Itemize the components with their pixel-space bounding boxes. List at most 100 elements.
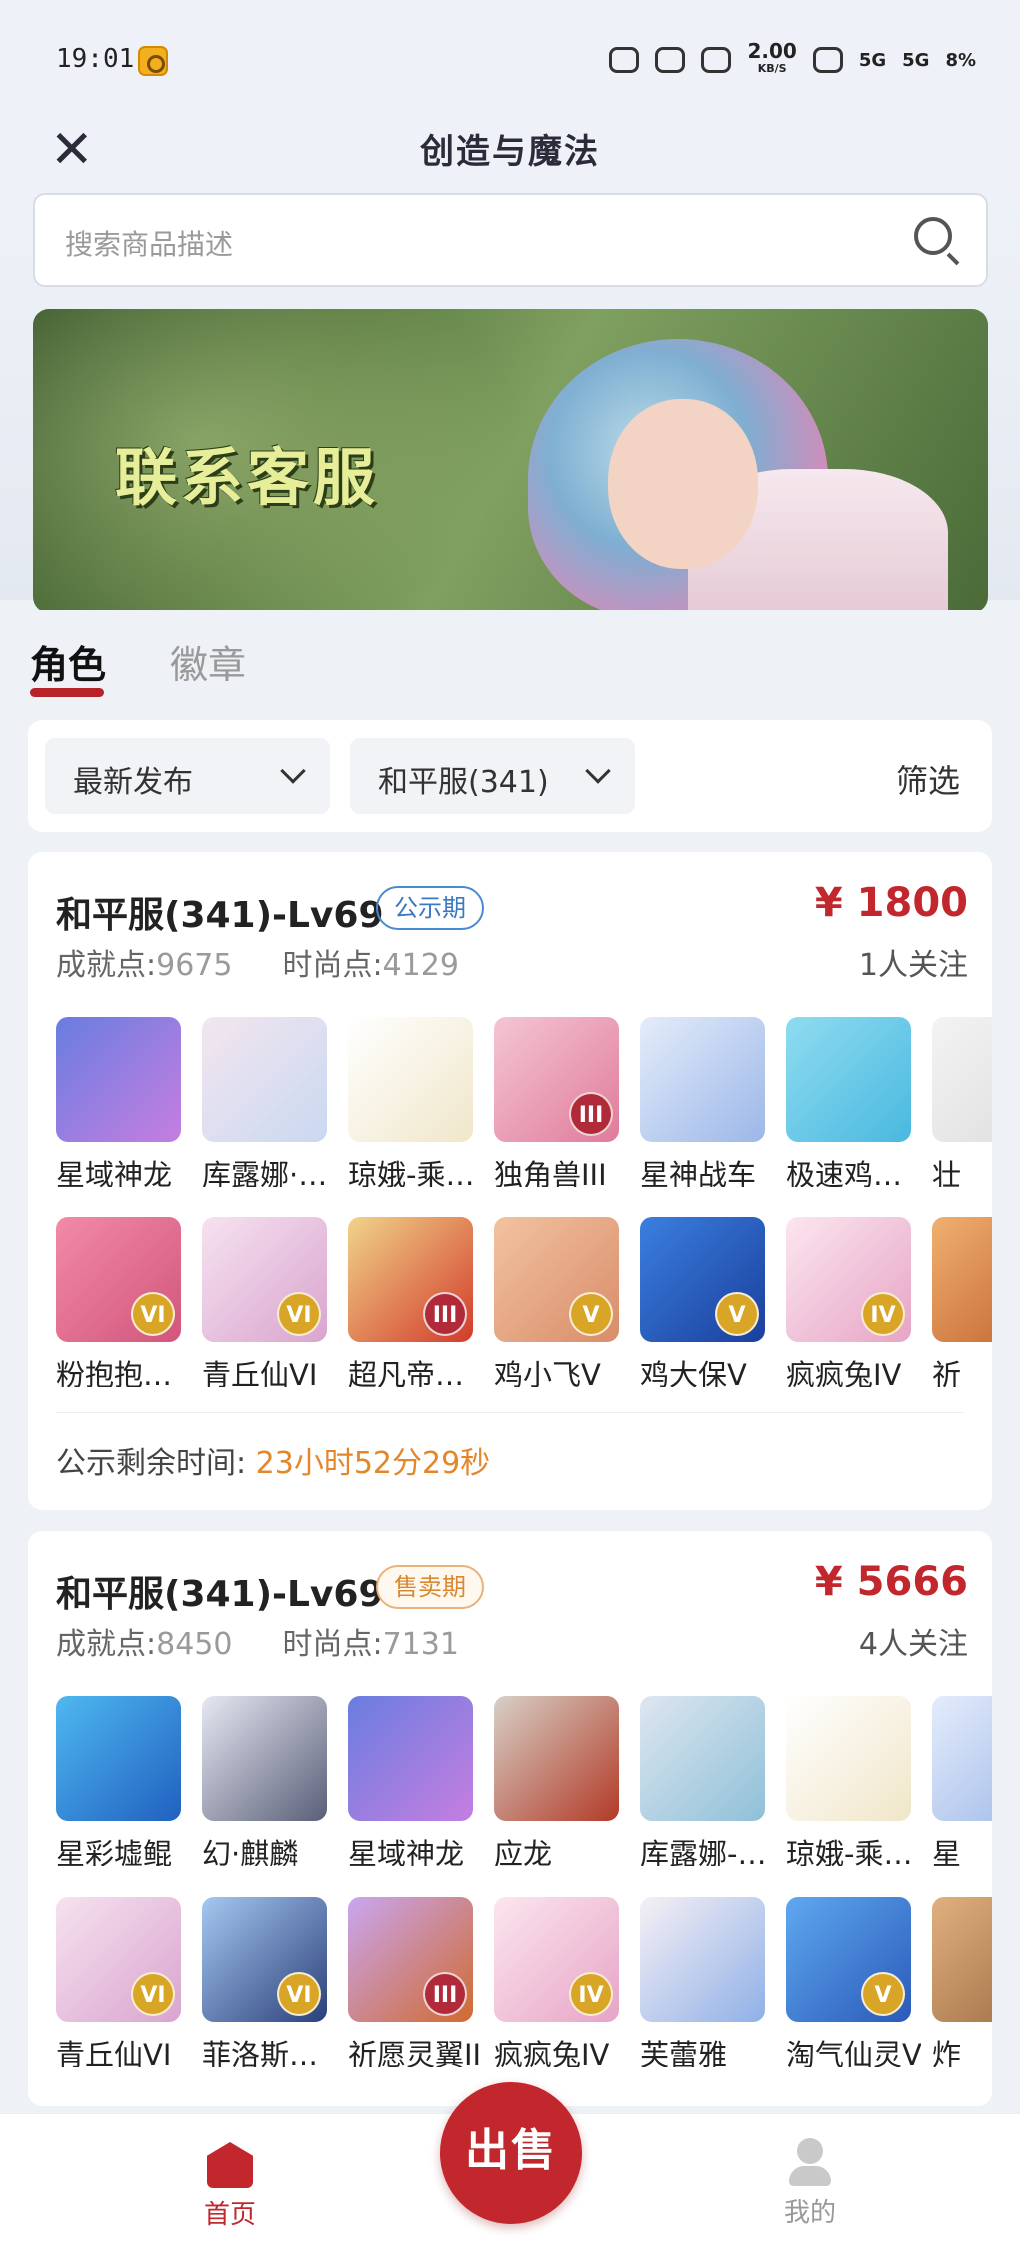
item-thumbnail xyxy=(786,1017,911,1142)
item-label: 独角兽III xyxy=(494,1158,607,1187)
item-thumbnail: V xyxy=(640,1217,765,1342)
sort-dropdown[interactable]: 最新发布 xyxy=(45,738,330,814)
item-label: 祈 xyxy=(932,1358,962,1387)
item-tile[interactable]: 祈 xyxy=(932,1217,992,1387)
tier-badge: VI xyxy=(131,1292,175,1336)
item-tile[interactable]: III 独角兽III xyxy=(494,1017,629,1187)
item-label: 星域神龙 xyxy=(348,1837,465,1866)
item-thumbnail xyxy=(932,1017,992,1142)
item-tile[interactable]: V 鸡大保V xyxy=(640,1217,775,1387)
item-thumbnail: IV xyxy=(494,1897,619,2022)
item-label: 淘气仙灵V xyxy=(786,2038,921,2067)
item-tile[interactable]: 应龙 xyxy=(494,1696,629,1866)
item-tile[interactable]: III 祈愿灵翼III xyxy=(348,1897,483,2067)
item-tile[interactable]: 幻·麒麟 xyxy=(202,1696,337,1866)
item-tile[interactable]: 星域神龙 xyxy=(348,1696,483,1866)
user-icon xyxy=(787,2138,833,2186)
item-thumbnail xyxy=(932,1897,992,2022)
tier-badge: IV xyxy=(569,1972,613,2016)
item-tile[interactable]: 星域神龙 xyxy=(56,1017,191,1187)
item-label: 鸡小飞V xyxy=(494,1358,601,1387)
item-label: 鸡大保V xyxy=(640,1358,747,1387)
item-tile[interactable]: 星彩墟鲲 xyxy=(56,1696,191,1866)
item-label: 疯疯兔IV xyxy=(494,2038,610,2067)
search-input[interactable]: 搜索商品描述 xyxy=(33,193,988,287)
item-thumbnail: IV xyxy=(786,1217,911,1342)
tier-badge: III xyxy=(423,1292,467,1336)
item-tile[interactable]: 星神战车 xyxy=(640,1017,775,1187)
item-tile[interactable]: IV 疯疯兔IV xyxy=(786,1217,921,1387)
listing-card[interactable]: 和平服(341)-Lv69 公示期 ¥ 1800 1人关注 成就点:9675 时尚… xyxy=(28,852,992,1510)
search-icon[interactable] xyxy=(914,217,952,255)
status-time: 19:01 xyxy=(56,44,135,74)
countdown: 公示剩余时间: 23小时52分29秒 xyxy=(56,1446,491,1481)
item-tile[interactable]: 炸 xyxy=(932,1897,992,2067)
item-tile[interactable]: VI 粉抱抱… xyxy=(56,1217,191,1387)
item-tile[interactable]: VI 青丘仙VI xyxy=(202,1217,337,1387)
item-thumbnail xyxy=(202,1696,327,1821)
listing-card[interactable]: 和平服(341)-Lv69 售卖期 ¥ 5666 4人关注 成就点:8450 时尚… xyxy=(28,1531,992,2106)
item-label: 芙蕾雅 xyxy=(640,2038,728,2067)
item-tile[interactable]: 极速鸡… xyxy=(786,1017,921,1187)
item-tile[interactable]: 库露娜·… xyxy=(202,1017,337,1187)
nfc-icon xyxy=(609,47,640,73)
item-tile[interactable]: 壮 xyxy=(932,1017,992,1187)
item-tile[interactable]: 琼娥-乘… xyxy=(786,1696,921,1866)
item-label: 应龙 xyxy=(494,1837,553,1866)
item-label: 库露娜-… xyxy=(640,1837,767,1866)
item-thumbnail xyxy=(202,1017,327,1142)
item-label: 疯疯兔IV xyxy=(786,1358,902,1387)
item-tile[interactable]: 琼娥-乘… xyxy=(348,1017,483,1187)
item-thumbnail: VI xyxy=(202,1217,327,1342)
tier-badge: V xyxy=(569,1292,613,1336)
item-tile[interactable]: 芙蕾雅 xyxy=(640,1897,775,2067)
item-thumbnail: III xyxy=(348,1217,473,1342)
item-label: 祈愿灵翼III xyxy=(348,2038,483,2067)
item-row: 星域神龙 库露娜·… 琼娥-乘… III 独角兽III 星神战车 极速鸡… 壮 xyxy=(56,1017,992,1187)
home-icon xyxy=(207,2142,253,2188)
fashion-points: 4129 xyxy=(382,948,459,983)
item-label: 超凡帝… xyxy=(348,1358,465,1387)
chevron-down-icon xyxy=(280,758,306,784)
listing-name: 和平服(341)-Lv69 xyxy=(56,1574,384,1615)
signal-5g-2: 5G xyxy=(902,49,930,71)
item-thumbnail xyxy=(640,1017,765,1142)
item-label: 青丘仙VI xyxy=(56,2038,172,2067)
item-tile[interactable]: III 超凡帝… xyxy=(348,1217,483,1387)
item-label: 星神战车 xyxy=(640,1158,757,1187)
item-thumbnail xyxy=(56,1696,181,1821)
item-tile[interactable]: V 淘气仙灵V xyxy=(786,1897,921,2067)
item-label: 炸 xyxy=(932,2038,962,2067)
item-tile[interactable]: VI 菲洛斯… xyxy=(202,1897,337,2067)
achievement-points: 8450 xyxy=(156,1627,233,1662)
contact-service-banner[interactable]: 联系客服 xyxy=(33,309,988,613)
item-tile[interactable]: V 鸡小飞V xyxy=(494,1217,629,1387)
sell-button[interactable]: 出售 xyxy=(440,2082,582,2224)
item-thumbnail: V xyxy=(494,1217,619,1342)
nav-home[interactable]: 首页 xyxy=(180,2142,280,2231)
item-thumbnail xyxy=(786,1696,911,1821)
item-row: VI 粉抱抱… VI 青丘仙VI III 超凡帝… V 鸡小飞V V 鸡大保V IV 疯疯兔IV 祈 xyxy=(56,1217,992,1387)
item-label: 青丘仙VI xyxy=(202,1358,318,1387)
item-label: 粉抱抱… xyxy=(56,1358,173,1387)
category-tabs: 角色 徽章 xyxy=(0,610,1020,710)
item-thumbnail xyxy=(348,1017,473,1142)
server-dropdown[interactable]: 和平服(341) xyxy=(350,738,635,814)
follower-count: 4人关注 xyxy=(858,1627,968,1662)
tab-role[interactable]: 角色 xyxy=(30,634,106,689)
item-label: 星彩墟鲲 xyxy=(56,1837,173,1866)
item-tile[interactable]: 库露娜-… xyxy=(640,1696,775,1866)
eye-icon xyxy=(655,47,686,73)
item-tile[interactable]: IV 疯疯兔IV xyxy=(494,1897,629,2067)
nav-me[interactable]: 我的 xyxy=(760,2138,860,2229)
tab-badge[interactable]: 徽章 xyxy=(170,634,246,689)
item-thumbnail: V xyxy=(786,1897,911,2022)
filter-button[interactable]: 筛选 xyxy=(896,756,960,802)
item-tile[interactable]: VI 青丘仙VI xyxy=(56,1897,191,2067)
item-tile[interactable]: 星 xyxy=(932,1696,992,1866)
listing-name: 和平服(341)-Lv69 xyxy=(56,895,384,936)
listing-stats: 成就点:9675 时尚点:4129 xyxy=(56,948,459,983)
item-thumbnail: III xyxy=(348,1897,473,2022)
item-thumbnail xyxy=(640,1897,765,2022)
tier-badge: III xyxy=(423,1972,467,2016)
